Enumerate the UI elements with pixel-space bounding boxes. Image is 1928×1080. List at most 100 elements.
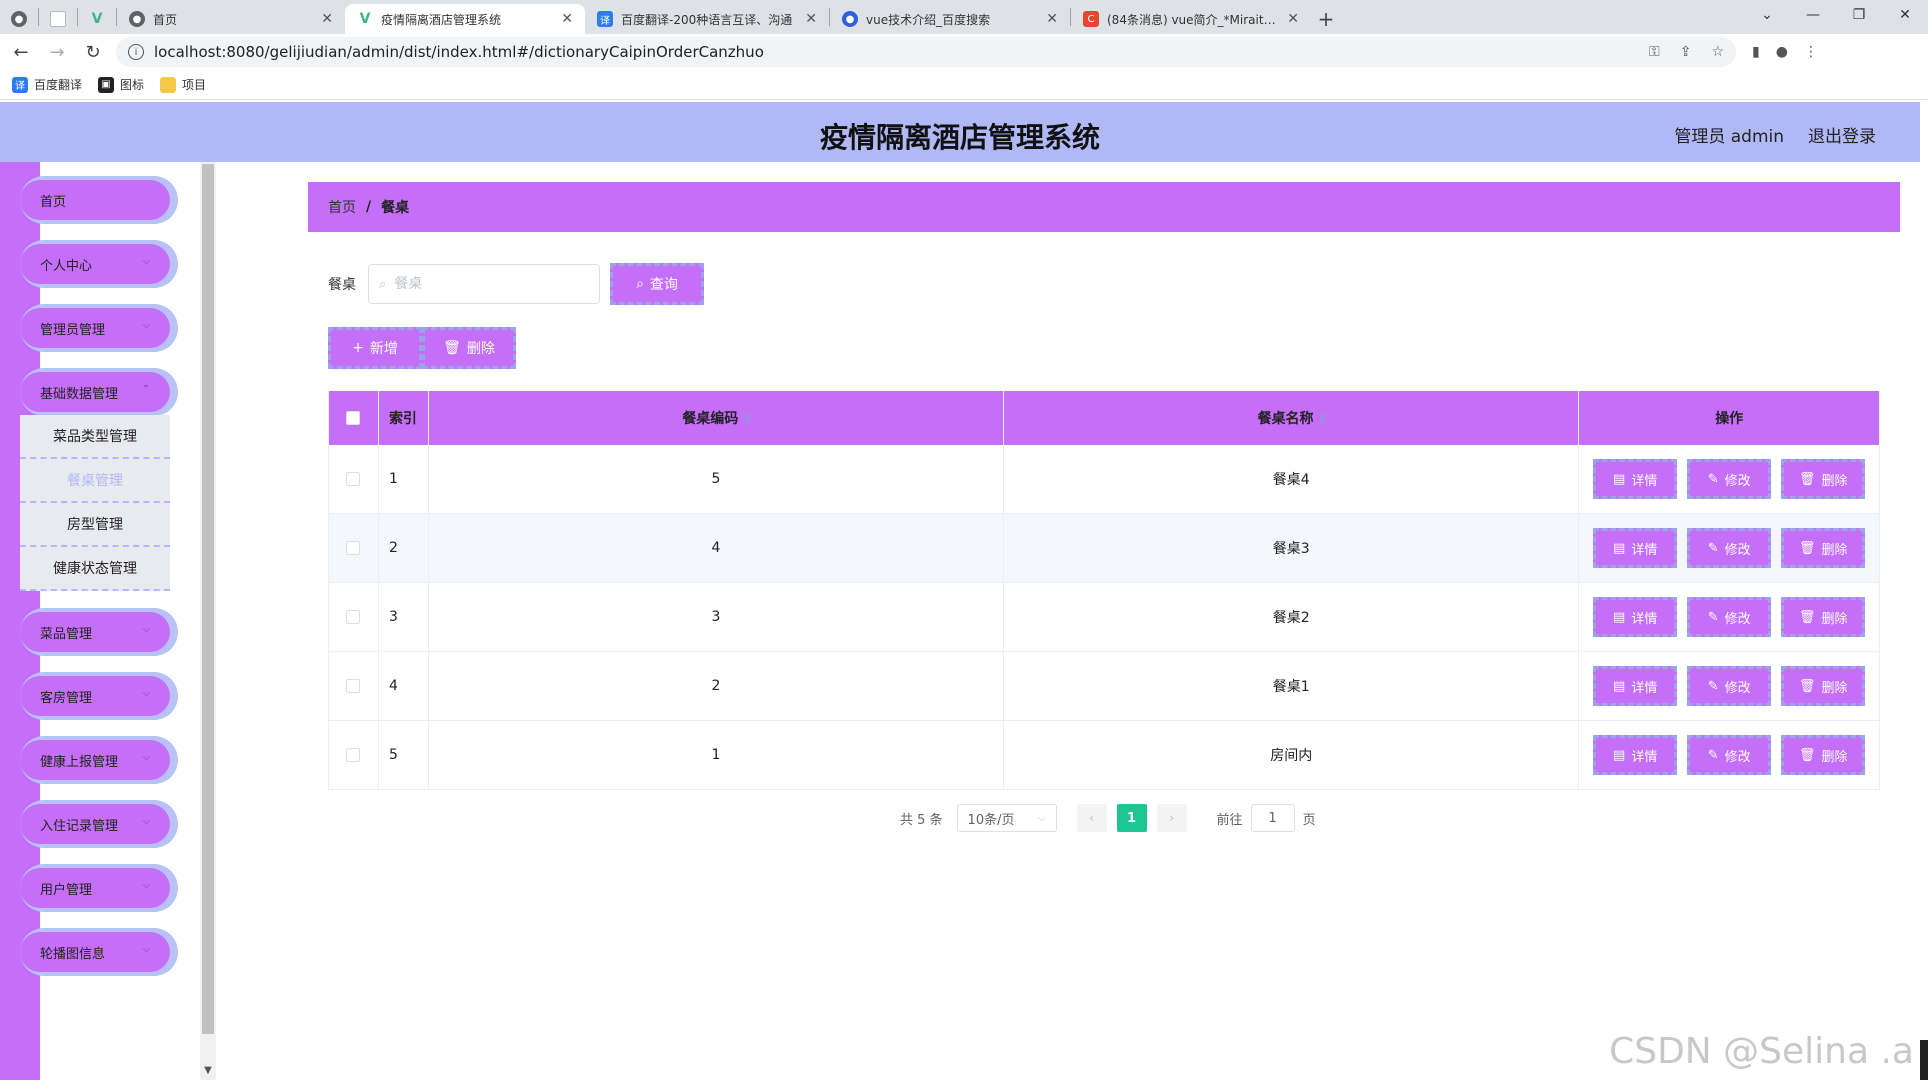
delete-button[interactable]: 🗑 删除: [1781, 528, 1866, 568]
next-page-button[interactable]: ›: [1156, 804, 1187, 832]
scroll-down-icon[interactable]: ▼: [200, 1065, 216, 1076]
key-icon[interactable]: ⚿: [1649, 44, 1660, 60]
logout-link[interactable]: 退出登录: [1808, 122, 1876, 147]
sidebar-item-checkin[interactable]: 入住记录管理 ⌵: [20, 804, 170, 844]
bookmarks-bar: 译 百度翻译 ▣ 图标 项目: [0, 70, 1928, 100]
sort-icon[interactable]: ▲ ▼: [1320, 411, 1325, 425]
close-icon[interactable]: ✕: [313, 11, 333, 27]
close-icon[interactable]: ✕: [797, 11, 817, 27]
column-header-code[interactable]: 餐桌编码 ▲ ▼: [429, 391, 1005, 445]
table-row: 2 4 餐桌3 ▤ 详情 ✎ 修改 🗑 删除: [329, 514, 1879, 583]
browser-tab[interactable]: ● vue技术介绍_百度搜索 ✕: [830, 4, 1070, 34]
cell-index: 4: [379, 652, 429, 720]
profile-icon[interactable]: ●: [1776, 44, 1788, 60]
row-checkbox[interactable]: [346, 541, 361, 555]
search-input[interactable]: [394, 276, 575, 292]
close-icon[interactable]: ✕: [1038, 11, 1058, 27]
minimize-icon[interactable]: —: [1790, 0, 1836, 30]
detail-button[interactable]: ▤ 详情: [1593, 459, 1678, 499]
tab-search-icon[interactable]: ⌄: [1744, 0, 1790, 30]
search-field[interactable]: ⌕: [368, 264, 600, 304]
sidebar-item-basic-data[interactable]: 基础数据管理 ⌃: [20, 372, 170, 412]
edit-button[interactable]: ✎ 修改: [1687, 735, 1772, 775]
sidebar-item-rooms[interactable]: 客房管理 ⌵: [20, 676, 170, 716]
star-icon[interactable]: ☆: [1711, 44, 1724, 60]
csdn-icon: C: [1083, 11, 1099, 27]
detail-button[interactable]: ▤ 详情: [1593, 597, 1678, 637]
sidebar-item-carousel[interactable]: 轮播图信息 ⌵: [20, 932, 170, 972]
bookmark-item[interactable]: 项目: [160, 76, 206, 93]
sort-icon[interactable]: ▲ ▼: [744, 411, 749, 425]
trash-icon: 🗑: [1798, 678, 1816, 694]
edit-button[interactable]: ✎ 修改: [1687, 666, 1772, 706]
forward-icon[interactable]: →: [42, 37, 72, 67]
url-field[interactable]: i localhost:8080/gelijiudian/admin/dist/…: [116, 37, 1736, 67]
back-icon[interactable]: ←: [6, 37, 36, 67]
scrollbar-thumb[interactable]: [202, 164, 214, 1034]
breadcrumb-current: 餐桌: [381, 200, 410, 216]
page-size-select[interactable]: 10条/页 ⌵: [956, 804, 1057, 832]
translate-icon: 译: [597, 11, 613, 27]
sidebar-item-admin[interactable]: 管理员管理 ⌵: [20, 308, 170, 348]
delete-button[interactable]: 🗑 删除: [1781, 597, 1866, 637]
reload-icon[interactable]: ↻: [78, 37, 108, 67]
submenu-item-dish-types[interactable]: 菜品类型管理: [20, 415, 170, 459]
close-icon[interactable]: ✕: [553, 11, 573, 27]
close-icon[interactable]: ✕: [1279, 11, 1299, 27]
row-checkbox[interactable]: [346, 472, 361, 486]
select-all-checkbox[interactable]: [346, 411, 361, 425]
query-button[interactable]: ⌕ 查询: [610, 263, 704, 305]
delete-button[interactable]: 🗑 删除: [1781, 735, 1866, 775]
submenu-item-room-types[interactable]: 房型管理: [20, 503, 170, 547]
share-icon[interactable]: ⇪: [1680, 44, 1692, 60]
edit-button[interactable]: ✎ 修改: [1687, 459, 1772, 499]
page-number-active[interactable]: 1: [1116, 804, 1147, 832]
sidebar-item-health-report[interactable]: 健康上报管理 ⌵: [20, 740, 170, 780]
tab-title: (84条消息) vue简介_*Miraitowa: [1107, 12, 1280, 27]
detail-button[interactable]: ▤ 详情: [1593, 735, 1678, 775]
sidepanel-icon[interactable]: ▮: [1752, 44, 1760, 60]
sidebar-item-profile[interactable]: 个人中心 ⌵: [20, 244, 170, 284]
detail-button[interactable]: ▤ 详情: [1593, 528, 1678, 568]
menu-kebab-icon[interactable]: ⋮: [1804, 44, 1818, 60]
app-header: 疫情隔离酒店管理系统 管理员 admin 退出登录: [0, 102, 1920, 162]
browser-tab-active[interactable]: V 疫情隔离酒店管理系统 ✕: [345, 4, 585, 34]
chevron-down-icon: ⌵: [142, 688, 150, 699]
browser-tab[interactable]: V: [78, 4, 116, 34]
translate-icon: 译: [12, 76, 28, 93]
browser-tab[interactable]: 译 百度翻译-200种语言互译、沟通 ✕: [585, 4, 829, 34]
edit-button[interactable]: ✎ 修改: [1687, 597, 1772, 637]
page-jump-input[interactable]: 1: [1250, 804, 1295, 832]
sidebar-item-home[interactable]: 首页: [20, 180, 170, 220]
image-icon: ▣: [98, 76, 115, 93]
row-checkbox[interactable]: [346, 748, 361, 762]
browser-tab[interactable]: C (84条消息) vue简介_*Miraitowa ✕: [1071, 4, 1311, 34]
add-button[interactable]: + 新增: [328, 327, 422, 369]
row-checkbox[interactable]: [346, 610, 361, 624]
bookmark-item[interactable]: ▣ 图标: [98, 76, 144, 93]
row-checkbox[interactable]: [346, 679, 361, 693]
browser-tab[interactable]: ●: [0, 4, 38, 34]
document-icon: ▤: [1613, 471, 1626, 487]
breadcrumb-home[interactable]: 首页: [328, 197, 356, 217]
new-tab-button[interactable]: +: [1311, 4, 1341, 34]
browser-tab[interactable]: [39, 4, 77, 34]
delete-button[interactable]: 🗑 删除: [1781, 666, 1866, 706]
bookmark-item[interactable]: 译 百度翻译: [12, 76, 82, 93]
prev-page-button[interactable]: ‹: [1076, 804, 1107, 832]
column-header-name[interactable]: 餐桌名称 ▲ ▼: [1004, 391, 1580, 445]
browser-tab[interactable]: ● 首页 ✕: [117, 4, 345, 34]
submenu-item-tables[interactable]: 餐桌管理: [20, 459, 170, 503]
sidebar-scrollbar[interactable]: ▼: [200, 162, 216, 1080]
restore-icon[interactable]: ❐: [1836, 0, 1882, 30]
cell-name: 餐桌4: [1004, 445, 1580, 513]
submenu-item-health-status[interactable]: 健康状态管理: [20, 547, 170, 591]
detail-button[interactable]: ▤ 详情: [1593, 666, 1678, 706]
site-info-icon[interactable]: i: [128, 44, 144, 60]
bulk-delete-button[interactable]: 🗑 删除: [422, 327, 516, 369]
sidebar-item-dishes[interactable]: 菜品管理 ⌵: [20, 612, 170, 652]
sidebar-item-users[interactable]: 用户管理 ⌵: [20, 868, 170, 908]
delete-button[interactable]: 🗑 删除: [1781, 459, 1866, 499]
edit-button[interactable]: ✎ 修改: [1687, 528, 1772, 568]
window-close-icon[interactable]: ✕: [1882, 0, 1928, 30]
